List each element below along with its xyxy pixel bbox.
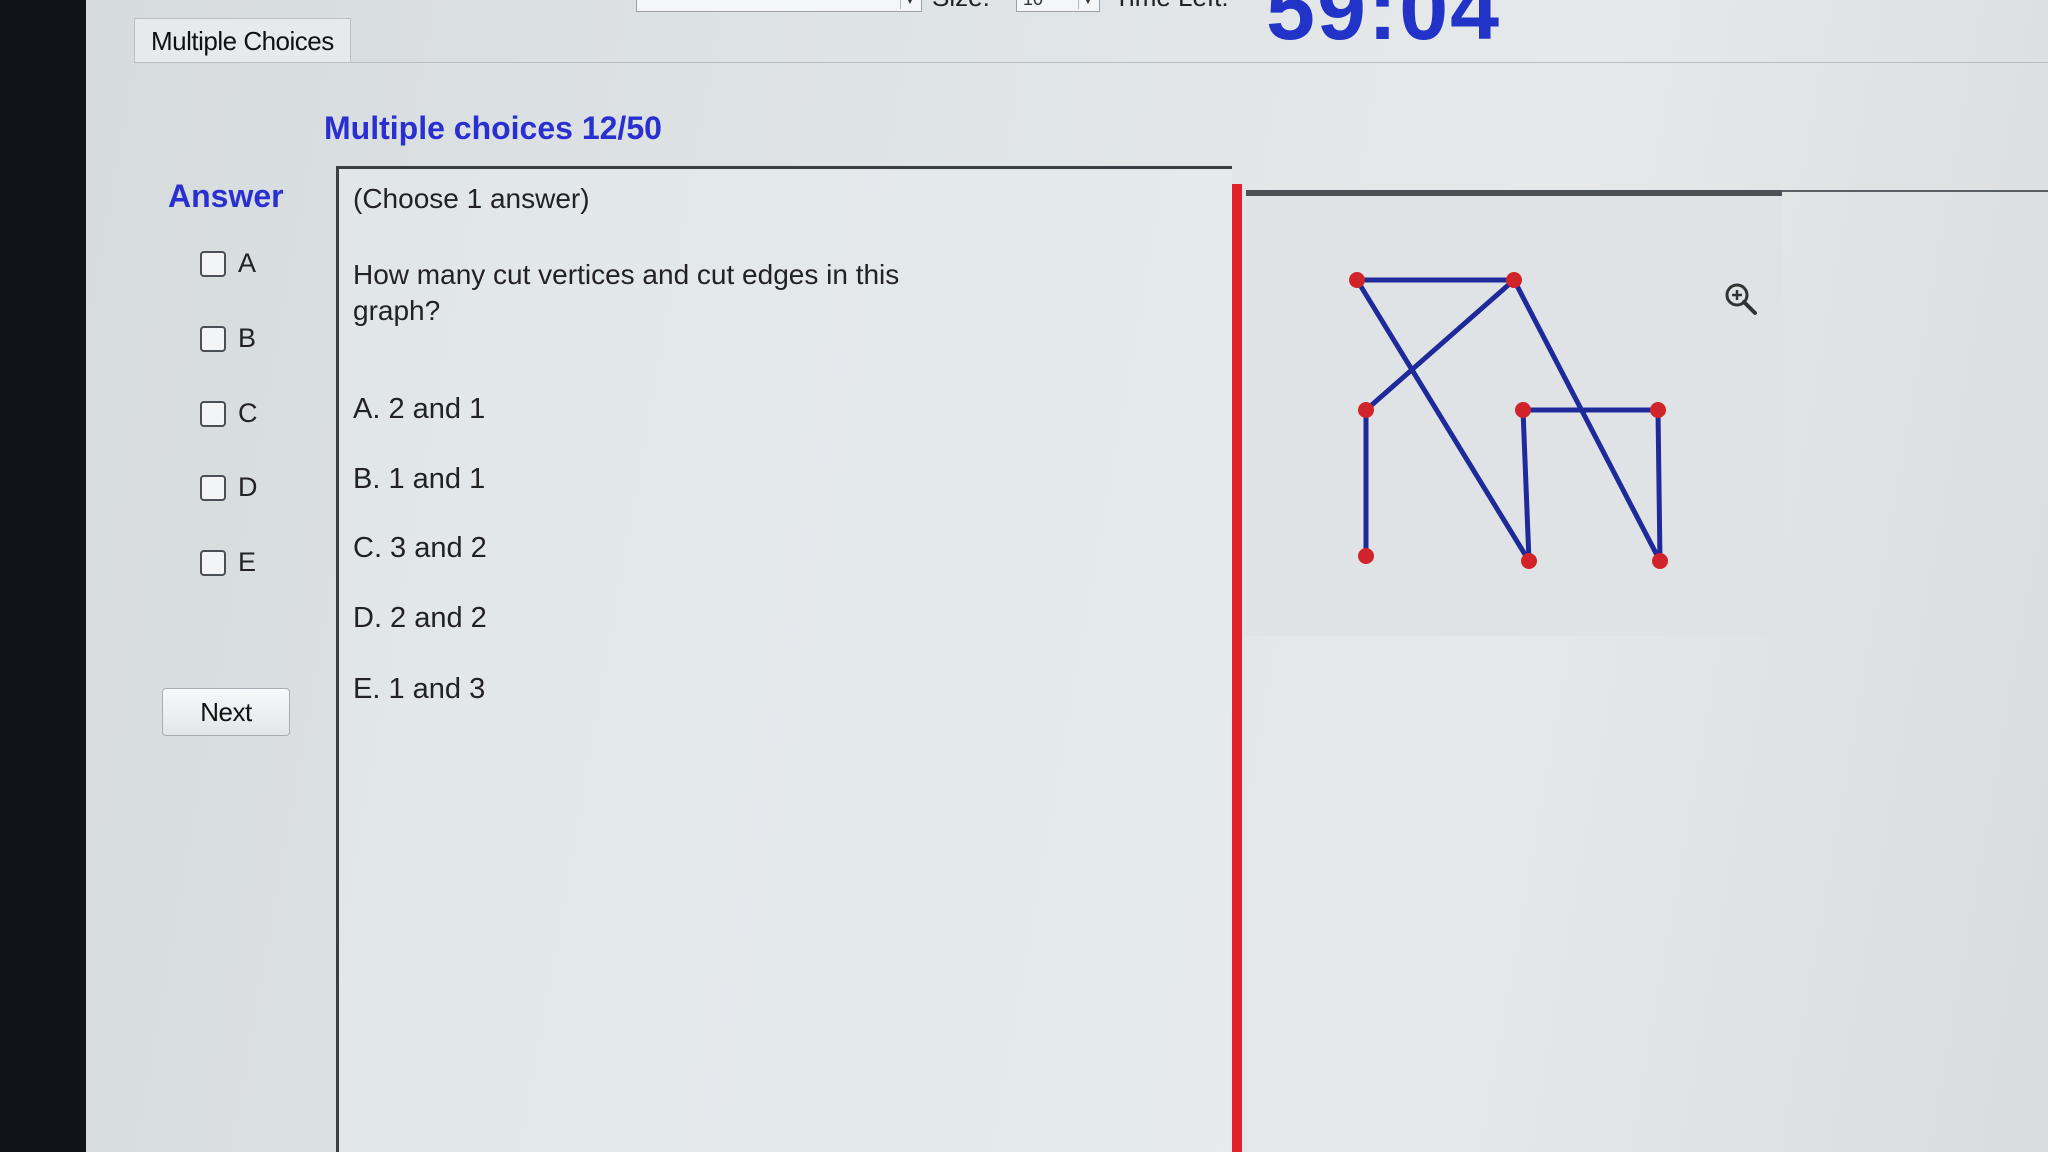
graph-figure (1349, 272, 1668, 569)
size-label: Size: (932, 0, 990, 13)
option-a: A. 2 and 1 (353, 393, 486, 425)
graph-vertex (1358, 548, 1374, 564)
checkbox-d[interactable] (200, 474, 226, 501)
graph-vertex (1521, 553, 1537, 569)
countdown-timer: 59:04 (1266, 0, 1502, 58)
checkbox-e[interactable] (200, 549, 226, 576)
graph-vertex (1358, 402, 1374, 418)
question-panel: (Choose 1 answer) How many cut vertices … (336, 166, 1232, 1152)
graph-edge (1520, 407, 1532, 564)
graph-edge (1655, 407, 1663, 564)
size-value: 10 (1023, 0, 1043, 10)
choice-d[interactable]: D (200, 472, 258, 503)
tab-multiple-choices[interactable]: Multiple Choices (134, 18, 351, 63)
choice-e[interactable]: E (200, 547, 256, 578)
graph-vertex (1515, 402, 1531, 418)
option-e: E. 1 and 3 (353, 673, 486, 705)
time-left-label: Time Left: (1114, 0, 1229, 13)
graph-edge (1354, 277, 1532, 564)
graph-image (1246, 190, 2048, 636)
checkbox-b[interactable] (200, 325, 226, 352)
choice-a-label: A (238, 248, 257, 278)
checkbox-a[interactable] (200, 250, 226, 277)
choice-b[interactable]: B (200, 323, 256, 354)
graph-vertex (1506, 272, 1522, 288)
option-c: C. 3 and 2 (353, 532, 487, 564)
choice-c-label: C (238, 398, 258, 428)
graph-edge (1511, 277, 1663, 564)
size-combo[interactable]: 10 ▼ (1016, 0, 1100, 12)
choice-b-label: B (238, 323, 257, 353)
zoom-in-icon[interactable] (1722, 280, 1760, 318)
chevron-down-icon[interactable]: ▼ (1078, 0, 1097, 9)
question-counter-title: Multiple choices 12/50 (324, 110, 662, 146)
chevron-down-icon[interactable]: ▼ (900, 0, 919, 9)
choice-c[interactable]: C (200, 398, 258, 429)
graph-vertex (1650, 402, 1666, 418)
top-toolbar: ▼ Size: 10 ▼ Time Left: 59:04 (86, 0, 2048, 58)
graph-vertex (1349, 272, 1365, 288)
option-b: B. 1 and 1 (353, 463, 486, 495)
question-text: How many cut vertices and cut edges in t… (353, 259, 900, 326)
graph-edge (1363, 277, 1517, 413)
graph-vertex (1652, 553, 1668, 569)
app-window: ▼ Size: 10 ▼ Time Left: 59:04 Multiple C… (86, 0, 2048, 1152)
answer-heading: Answer (168, 178, 284, 214)
font-combo[interactable]: ▼ (636, 0, 922, 12)
choice-d-label: D (238, 472, 258, 502)
choice-e-label: E (238, 547, 257, 577)
instruction-text: (Choose 1 answer) (353, 183, 590, 214)
checkbox-c[interactable] (200, 400, 226, 427)
option-d: D. 2 and 2 (353, 602, 487, 634)
red-divider (1232, 184, 1242, 1152)
next-button[interactable]: Next (162, 688, 290, 736)
choice-a[interactable]: A (200, 248, 256, 279)
